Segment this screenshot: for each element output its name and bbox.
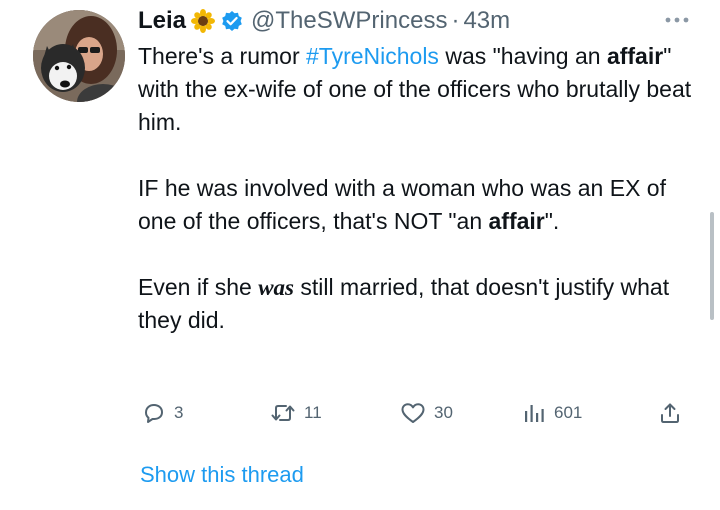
bold-text: affair xyxy=(606,43,664,69)
share-icon xyxy=(658,401,682,425)
tweet-paragraph-2: IF he was involved with a woman who was … xyxy=(138,172,698,238)
avatar[interactable] xyxy=(33,10,125,102)
text-segment: Even if she xyxy=(138,274,259,300)
bold-text: affair xyxy=(488,208,545,234)
tweet[interactable]: Leia @TheSWPrincess · 43m There's a rumo… xyxy=(0,0,720,510)
heart-icon xyxy=(400,401,426,425)
tweet-text: There's a rumor #TyreNichols was "having… xyxy=(138,40,698,337)
retweet-icon xyxy=(270,401,296,425)
sunflower-icon xyxy=(191,9,216,33)
tweet-paragraph-1: There's a rumor #TyreNichols was "having… xyxy=(138,40,698,139)
tweet-header: Leia @TheSWPrincess · 43m xyxy=(138,4,510,38)
reply-count: 3 xyxy=(174,403,184,422)
bold-italic-text: was xyxy=(258,275,294,300)
retweet-count: 11 xyxy=(304,403,322,422)
author-name[interactable]: Leia xyxy=(138,7,186,35)
share-button[interactable] xyxy=(658,400,682,426)
action-bar: 3 11 30 601 xyxy=(138,400,698,426)
verified-badge-icon xyxy=(221,10,243,32)
like-count: 30 xyxy=(434,403,453,422)
reply-icon xyxy=(142,401,166,425)
retweet-button[interactable]: 11 xyxy=(270,400,322,426)
hashtag-link[interactable]: #TyreNichols xyxy=(306,43,439,69)
author-handle[interactable]: @TheSWPrincess xyxy=(251,7,447,35)
text-segment: There's a rumor xyxy=(138,43,306,69)
reply-button[interactable]: 3 xyxy=(142,400,183,426)
tweet-paragraph-3: Even if she was still married, that does… xyxy=(138,271,698,337)
more-options-icon[interactable] xyxy=(662,10,692,30)
timestamp[interactable]: 43m xyxy=(463,7,510,35)
view-count: 601 xyxy=(554,403,583,422)
like-button[interactable]: 30 xyxy=(400,400,453,426)
show-thread-link[interactable]: Show this thread xyxy=(140,462,304,488)
scrollbar[interactable] xyxy=(710,212,714,320)
text-segment: was "having an xyxy=(438,43,607,69)
text-segment: ". xyxy=(544,208,560,234)
separator-dot: · xyxy=(451,7,460,34)
text-segment: IF he was involved with a woman who was … xyxy=(138,175,666,234)
views-button[interactable]: 601 xyxy=(522,400,582,426)
analytics-icon xyxy=(522,401,546,425)
